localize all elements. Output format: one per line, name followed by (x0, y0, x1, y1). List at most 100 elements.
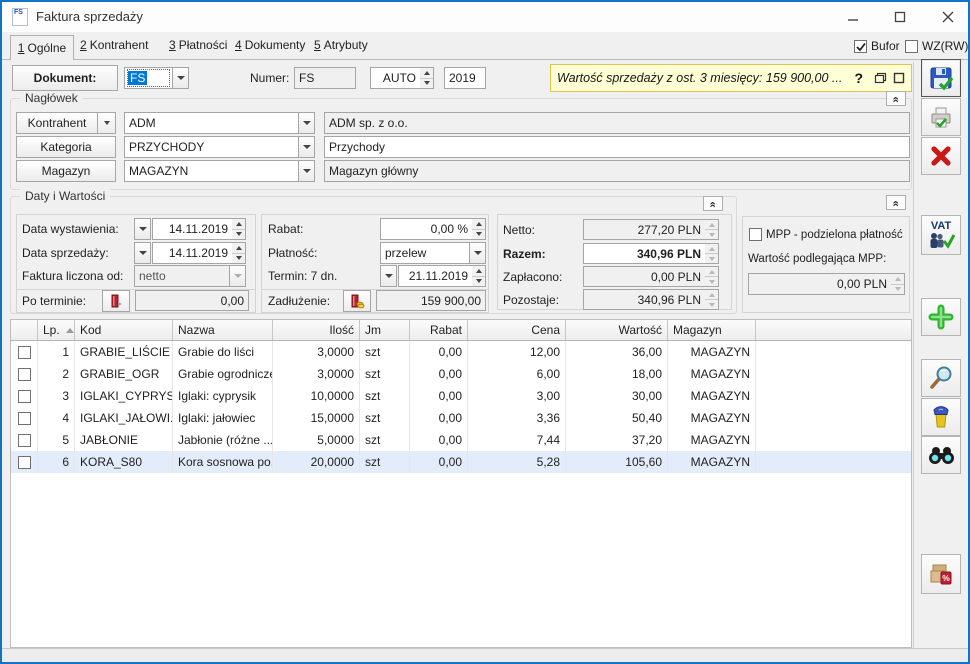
cell-ilosc: 20,0000 (273, 451, 360, 473)
cancel-button[interactable] (921, 137, 961, 175)
row-select-cell[interactable] (11, 341, 38, 363)
magazyn-code-combo[interactable]: MAGAZYN (124, 160, 299, 182)
kontrahent-combo-arrow[interactable] (298, 112, 315, 134)
tab-platnosci[interactable]: 3Płatności (169, 38, 227, 52)
binoculars-icon (927, 442, 955, 468)
kontrahent-button[interactable]: Kontrahent (16, 112, 98, 134)
platnosc-combo-arrow[interactable] (469, 242, 486, 264)
checkbox-box[interactable] (905, 40, 918, 53)
pozostaje-field: 340,96 PLN (583, 289, 706, 310)
mpp-checkbox[interactable]: MPP - podzielona płatność (749, 228, 903, 241)
po-terminie-button[interactable] (102, 290, 130, 312)
table-row[interactable]: 3 IGLAKI_CYPRYS Iglaki: cyprysik 10,0000… (11, 385, 911, 407)
cell-kod: JABŁONIE (75, 429, 173, 451)
header-select-column[interactable] (11, 320, 38, 340)
minimize-icon (847, 11, 859, 23)
header-magazyn[interactable]: Magazyn (668, 320, 756, 340)
row-select-cell[interactable] (11, 407, 38, 429)
tab-dokumenty[interactable]: 4Dokumenty (235, 38, 305, 52)
tab-ogolne[interactable]: 1Ogólne (10, 35, 74, 60)
wz-checkbox[interactable]: WZ(RW) (905, 39, 968, 53)
doc-type-combo[interactable]: FS (124, 67, 173, 89)
collapse-daty-button[interactable] (703, 196, 723, 211)
rabat-field[interactable]: 0,00 % (380, 218, 473, 240)
cell-wartosc: 50,40 (566, 407, 668, 429)
data-wystawienia-dropdown[interactable] (134, 218, 151, 240)
kategoria-name-field[interactable]: Przychody (324, 136, 910, 158)
vat-button[interactable]: VAT (921, 215, 961, 255)
checkbox-box[interactable] (749, 228, 762, 241)
maximize-button[interactable] (881, 2, 919, 32)
header-lp[interactable]: Lp. (38, 320, 75, 340)
checkbox-box[interactable] (854, 40, 867, 53)
find-button[interactable] (921, 436, 961, 474)
header-nazwa[interactable]: Nazwa (173, 320, 273, 340)
header-cena[interactable]: Cena (468, 320, 566, 340)
doc-type-combo-arrow[interactable] (172, 67, 189, 89)
year-field[interactable]: 2019 (444, 67, 486, 89)
kategoria-combo-arrow[interactable] (298, 136, 315, 158)
auto-number-field[interactable]: AUTO (370, 67, 421, 89)
help-button[interactable]: ? (854, 70, 863, 86)
row-checkbox[interactable] (18, 346, 31, 359)
header-wartosc[interactable]: Wartość (566, 320, 668, 340)
row-checkbox[interactable] (18, 456, 31, 469)
row-checkbox[interactable] (18, 412, 31, 425)
notice-restore-button[interactable] (874, 72, 887, 84)
notice-maximize-button[interactable] (893, 72, 905, 84)
tab-atrybuty[interactable]: 5Atrybuty (314, 38, 368, 52)
row-checkbox[interactable] (18, 368, 31, 381)
bufor-checkbox[interactable]: Bufor (854, 39, 900, 53)
rabat-spinner[interactable] (472, 218, 486, 240)
print-button[interactable] (921, 98, 961, 136)
row-checkbox[interactable] (18, 390, 31, 403)
kategoria-code-combo[interactable]: PRZYCHODY (124, 136, 299, 158)
zadluzenie-button[interactable] (343, 290, 371, 312)
row-select-cell[interactable] (11, 451, 38, 473)
data-sprzedazy-dropdown[interactable] (134, 242, 151, 264)
header-rabat[interactable]: Rabat (410, 320, 468, 340)
row-select-cell[interactable] (11, 385, 38, 407)
table-row[interactable]: 4 IGLAKI_JAŁOWI... Iglaki: jałowiec 15,0… (11, 407, 911, 429)
auto-number-spinner[interactable] (420, 67, 434, 89)
termin-date-field[interactable]: 21.11.2019 (398, 265, 473, 287)
termin-spinner[interactable] (472, 265, 486, 287)
termin-dropdown[interactable] (380, 265, 397, 287)
dokument-button[interactable]: Dokument: (12, 65, 118, 91)
collapse-naglowek-button[interactable] (886, 91, 906, 106)
cell-wartosc: 105,60 (566, 451, 668, 473)
magazyn-combo-arrow[interactable] (298, 160, 315, 182)
header-jm[interactable]: Jm (360, 320, 410, 340)
cell-jm: szt (360, 385, 410, 407)
close-button[interactable] (929, 2, 967, 32)
row-select-cell[interactable] (11, 429, 38, 451)
header-ilosc[interactable]: Ilość (273, 320, 360, 340)
table-row[interactable]: 1 GRABIE_LIŚCIE Grabie do liści 3,0000 s… (11, 341, 911, 363)
table-row[interactable]: 5 JABŁONIE Jabłonie (różne ... 5,0000 sz… (11, 429, 911, 451)
row-checkbox[interactable] (18, 434, 31, 447)
data-sprzedazy-spinner[interactable] (232, 242, 246, 264)
cell-rabat: 0,00 (410, 363, 468, 385)
collapse-mpp-button[interactable] (886, 195, 906, 210)
row-select-cell[interactable] (11, 363, 38, 385)
data-wystawienia-field[interactable]: 14.11.2019 (152, 218, 233, 240)
magazyn-button[interactable]: Magazyn (16, 160, 116, 182)
header-kod[interactable]: Kod (75, 320, 173, 340)
po-terminie-field: 0,00 (135, 290, 249, 311)
delete-item-button[interactable] (921, 398, 961, 436)
kontrahent-button-arrow[interactable] (97, 112, 116, 134)
data-sprzedazy-field[interactable]: 14.11.2019 (152, 242, 233, 264)
discount-button[interactable]: % (921, 554, 961, 594)
edit-item-button[interactable] (921, 359, 961, 397)
add-item-button[interactable] (921, 298, 961, 336)
kategoria-button[interactable]: Kategoria (16, 136, 116, 158)
kontrahent-code-combo[interactable]: ADM (124, 112, 299, 134)
razem-label: Razem: (503, 247, 546, 261)
minimize-button[interactable] (834, 2, 872, 32)
platnosc-combo[interactable]: przelew (380, 242, 470, 264)
table-row[interactable]: 6 KORA_S80 Kora sosnowa po... 20,0000 sz… (11, 451, 911, 473)
data-wystawienia-spinner[interactable] (232, 218, 246, 240)
table-row[interactable]: 2 GRABIE_OGR Grabie ogrodnicze 3,0000 sz… (11, 363, 911, 385)
tab-kontrahent[interactable]: 2Kontrahent (80, 38, 148, 52)
save-button[interactable] (921, 59, 961, 97)
